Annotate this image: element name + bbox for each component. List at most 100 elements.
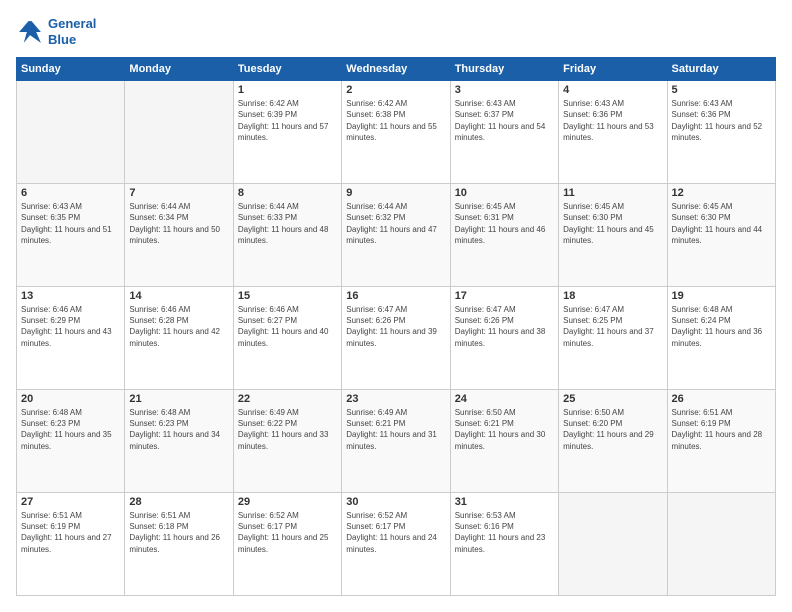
day-info: Sunrise: 6:51 AMSunset: 6:19 PMDaylight:… [672,407,771,452]
day-info: Sunrise: 6:46 AMSunset: 6:28 PMDaylight:… [129,304,228,349]
calendar-cell: 24Sunrise: 6:50 AMSunset: 6:21 PMDayligh… [450,390,558,493]
day-info: Sunrise: 6:43 AMSunset: 6:36 PMDaylight:… [563,98,662,143]
day-info: Sunrise: 6:50 AMSunset: 6:21 PMDaylight:… [455,407,554,452]
header: General Blue [16,16,776,47]
calendar-cell: 23 Sunrise: 6:49 AMSunset: 6:21 PMDayligh… [342,390,450,493]
calendar-cell: 1 Sunrise: 6:42 AMSunset: 6:39 PMDaylight… [233,81,341,184]
calendar-cell: 8 Sunrise: 6:44 AMSunset: 6:33 PMDaylight… [233,184,341,287]
calendar-header-thursday: Thursday [450,58,558,81]
day-info: Sunrise: 6:48 AMSunset: 6:23 PMDaylight:… [21,407,120,452]
day-info: Sunrise: 6:46 AMSunset: 6:27 PMDaylight:… [238,304,337,349]
calendar-cell: 4 Sunrise: 6:43 AMSunset: 6:36 PMDaylight… [559,81,667,184]
day-info: Sunrise: 6:48 AMSunset: 6:23 PMDaylight:… [129,407,228,452]
day-number: 31 [455,496,554,508]
day-info: Sunrise: 6:44 AMSunset: 6:34 PMDaylight:… [129,201,228,246]
day-number: 22 [238,393,337,405]
calendar-cell: 12 Sunrise: 6:45 AMSunset: 6:30 PMDayligh… [667,184,775,287]
calendar-cell [17,81,125,184]
day-number: 4 [563,84,662,96]
day-number: 12 [672,187,771,199]
calendar-cell: 30 Sunrise: 6:52 AMSunset: 6:17 PMDayligh… [342,493,450,596]
calendar-cell: 21 Sunrise: 6:48 AMSunset: 6:23 PMDayligh… [125,390,233,493]
calendar-cell: 27 Sunrise: 6:51 AMSunset: 6:19 PMDayligh… [17,493,125,596]
day-info: Sunrise: 6:44 AMSunset: 6:33 PMDaylight:… [238,201,337,246]
day-number: 30 [346,496,445,508]
calendar-cell: 9 Sunrise: 6:44 AMSunset: 6:32 PMDaylight… [342,184,450,287]
day-number: 1 [238,84,337,96]
day-info: Sunrise: 6:48 AMSunset: 6:24 PMDaylight:… [672,304,771,349]
day-info: Sunrise: 6:42 AMSunset: 6:38 PMDaylight:… [346,98,445,143]
day-info: Sunrise: 6:47 AMSunset: 6:25 PMDaylight:… [563,304,662,349]
day-info: Sunrise: 6:52 AMSunset: 6:17 PMDaylight:… [346,510,445,555]
day-info: Sunrise: 6:44 AMSunset: 6:32 PMDaylight:… [346,201,445,246]
calendar-cell: 22 Sunrise: 6:49 AMSunset: 6:22 PMDayligh… [233,390,341,493]
logo: General Blue [16,16,96,47]
day-info: Sunrise: 6:52 AMSunset: 6:17 PMDaylight:… [238,510,337,555]
day-number: 20 [21,393,120,405]
calendar-cell [125,81,233,184]
calendar-header-tuesday: Tuesday [233,58,341,81]
calendar-cell: 19Sunrise: 6:48 AMSunset: 6:24 PMDayligh… [667,287,775,390]
calendar-header-saturday: Saturday [667,58,775,81]
calendar-header-wednesday: Wednesday [342,58,450,81]
day-number: 18 [563,290,662,302]
day-number: 26 [672,393,771,405]
day-info: Sunrise: 6:43 AMSunset: 6:37 PMDaylight:… [455,98,554,143]
calendar-cell: 15 Sunrise: 6:46 AMSunset: 6:27 PMDayligh… [233,287,341,390]
day-number: 25 [563,393,662,405]
calendar-header-sunday: Sunday [17,58,125,81]
day-number: 16 [346,290,445,302]
day-info: Sunrise: 6:42 AMSunset: 6:39 PMDaylight:… [238,98,337,143]
calendar-cell: 29 Sunrise: 6:52 AMSunset: 6:17 PMDayligh… [233,493,341,596]
page: General Blue SundayMondayTuesdayWednesda… [0,0,792,612]
day-info: Sunrise: 6:45 AMSunset: 6:30 PMDaylight:… [563,201,662,246]
day-info: Sunrise: 6:43 AMSunset: 6:35 PMDaylight:… [21,201,120,246]
calendar-cell: 11 Sunrise: 6:45 AMSunset: 6:30 PMDayligh… [559,184,667,287]
day-info: Sunrise: 6:47 AMSunset: 6:26 PMDaylight:… [346,304,445,349]
calendar-header-monday: Monday [125,58,233,81]
day-info: Sunrise: 6:51 AMSunset: 6:19 PMDaylight:… [21,510,120,555]
logo-text: General Blue [48,16,96,47]
day-number: 3 [455,84,554,96]
day-number: 9 [346,187,445,199]
day-number: 13 [21,290,120,302]
day-number: 14 [129,290,228,302]
calendar-cell: 14 Sunrise: 6:46 AMSunset: 6:28 PMDayligh… [125,287,233,390]
logo-icon [16,18,44,46]
calendar-cell: 16 Sunrise: 6:47 AMSunset: 6:26 PMDayligh… [342,287,450,390]
day-number: 6 [21,187,120,199]
day-number: 23 [346,393,445,405]
calendar-cell: 31Sunrise: 6:53 AMSunset: 6:16 PMDayligh… [450,493,558,596]
calendar-cell: 20 Sunrise: 6:48 AMSunset: 6:23 PMDayligh… [17,390,125,493]
calendar-cell: 26 Sunrise: 6:51 AMSunset: 6:19 PMDayligh… [667,390,775,493]
calendar-cell [559,493,667,596]
calendar-cell: 7 Sunrise: 6:44 AMSunset: 6:34 PMDaylight… [125,184,233,287]
day-number: 8 [238,187,337,199]
calendar-cell: 2 Sunrise: 6:42 AMSunset: 6:38 PMDaylight… [342,81,450,184]
calendar-cell: 18 Sunrise: 6:47 AMSunset: 6:25 PMDayligh… [559,287,667,390]
calendar-cell: 10Sunrise: 6:45 AMSunset: 6:31 PMDayligh… [450,184,558,287]
day-number: 28 [129,496,228,508]
calendar-cell [667,493,775,596]
day-number: 5 [672,84,771,96]
calendar-cell: 3 Sunrise: 6:43 AMSunset: 6:37 PMDaylight… [450,81,558,184]
calendar-cell: 28Sunrise: 6:51 AMSunset: 6:18 PMDayligh… [125,493,233,596]
day-number: 11 [563,187,662,199]
calendar-cell: 25 Sunrise: 6:50 AMSunset: 6:20 PMDayligh… [559,390,667,493]
day-info: Sunrise: 6:45 AMSunset: 6:30 PMDaylight:… [672,201,771,246]
day-number: 7 [129,187,228,199]
day-info: Sunrise: 6:49 AMSunset: 6:22 PMDaylight:… [238,407,337,452]
day-number: 29 [238,496,337,508]
day-number: 2 [346,84,445,96]
day-number: 27 [21,496,120,508]
day-info: Sunrise: 6:49 AMSunset: 6:21 PMDaylight:… [346,407,445,452]
day-info: Sunrise: 6:43 AMSunset: 6:36 PMDaylight:… [672,98,771,143]
day-info: Sunrise: 6:50 AMSunset: 6:20 PMDaylight:… [563,407,662,452]
day-info: Sunrise: 6:45 AMSunset: 6:31 PMDaylight:… [455,201,554,246]
calendar-cell: 17 Sunrise: 6:47 AMSunset: 6:26 PMDayligh… [450,287,558,390]
day-number: 17 [455,290,554,302]
day-info: Sunrise: 6:47 AMSunset: 6:26 PMDaylight:… [455,304,554,349]
calendar-cell: 5 Sunrise: 6:43 AMSunset: 6:36 PMDaylight… [667,81,775,184]
day-number: 15 [238,290,337,302]
day-number: 21 [129,393,228,405]
